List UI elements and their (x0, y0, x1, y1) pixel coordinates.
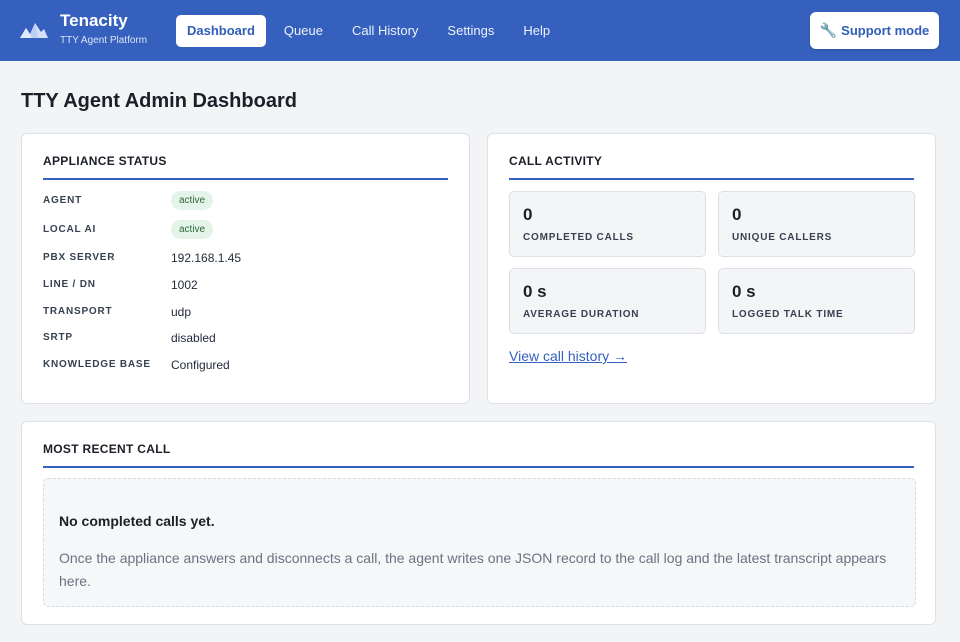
wrench-icon: 🔧 (819, 22, 838, 38)
nav-item-dashboard[interactable]: Dashboard (176, 15, 266, 47)
appliance-status-title: APPLIANCE STATUS (43, 154, 448, 180)
status-value: udp (171, 305, 192, 319)
stat-value: 0 (732, 205, 742, 224)
status-row-agent: AGENT active (43, 191, 443, 214)
status-label: LINE / DN (43, 279, 96, 290)
status-label: PBX SERVER (43, 252, 116, 263)
support-mode-label: Support mode (841, 23, 930, 38)
nav-item-help[interactable]: Help (512, 15, 561, 47)
brand-subtitle: TTY Agent Platform (60, 35, 148, 46)
page-title: TTY Agent Admin Dashboard (21, 90, 297, 112)
stat-value: 0 s (523, 282, 547, 301)
nav-item-queue[interactable]: Queue (273, 15, 334, 47)
stat-unique-callers: 0 UNIQUE CALLERS (718, 191, 915, 257)
top-navigation-bar: Tenacity TTY Agent Platform Dashboard Qu… (0, 0, 960, 61)
empty-state-text: Once the appliance answers and disconnec… (59, 550, 887, 589)
stat-label: UNIQUE CALLERS (732, 232, 833, 243)
status-row-knowledge-base: KNOWLEDGE BASE Configured (43, 358, 443, 378)
status-label: LOCAL AI (43, 224, 97, 235)
status-row-line-dn: LINE / DN 1002 (43, 278, 443, 298)
main-nav: Dashboard Queue Call History Settings He… (176, 15, 568, 47)
nav-item-call-history[interactable]: Call History (341, 15, 429, 47)
stat-logged-talk-time: 0 s LOGGED TALK TIME (718, 268, 915, 334)
stat-value: 0 (523, 205, 533, 224)
stat-label: COMPLETED CALLS (523, 232, 634, 243)
brand[interactable]: Tenacity TTY Agent Platform (20, 10, 147, 48)
status-label: AGENT (43, 195, 82, 206)
most-recent-call-card: MOST RECENT CALL No completed calls yet.… (21, 421, 936, 625)
status-label: SRTP (43, 332, 73, 343)
status-badge: active (171, 191, 214, 210)
stat-average-duration: 0 s AVERAGE DURATION (509, 268, 706, 334)
status-label: TRANSPORT (43, 306, 113, 317)
stat-label: AVERAGE DURATION (523, 309, 640, 320)
call-activity-title: CALL ACTIVITY (509, 154, 914, 180)
status-label: KNOWLEDGE BASE (43, 359, 151, 370)
stat-value: 0 s (732, 282, 756, 301)
appliance-status-card: APPLIANCE STATUS AGENT active LOCAL AI a… (21, 133, 470, 404)
status-value: 1002 (171, 278, 198, 292)
view-call-history-link[interactable]: View call history → (509, 348, 627, 364)
status-value: 192.168.1.45 (171, 251, 242, 265)
status-row-srtp: SRTP disabled (43, 331, 443, 351)
support-mode-button[interactable]: 🔧 Support mode (810, 12, 939, 49)
status-row-pbx-server: PBX SERVER 192.168.1.45 (43, 251, 443, 271)
status-value: disabled (171, 331, 216, 345)
status-row-local-ai: LOCAL AI active (43, 220, 443, 243)
stat-label: LOGGED TALK TIME (732, 309, 844, 320)
status-value: Configured (171, 358, 230, 372)
status-badge: active (171, 220, 214, 239)
brand-name: Tenacity (60, 11, 128, 30)
empty-state: No completed calls yet. Once the applian… (43, 478, 916, 607)
mountain-logo-icon (20, 23, 48, 38)
status-row-transport: TRANSPORT udp (43, 305, 443, 325)
call-activity-card: CALL ACTIVITY 0 COMPLETED CALLS 0 UNIQUE… (487, 133, 936, 404)
most-recent-call-title: MOST RECENT CALL (43, 442, 914, 468)
nav-item-settings[interactable]: Settings (436, 15, 505, 47)
stat-completed-calls: 0 COMPLETED CALLS (509, 191, 706, 257)
empty-state-title: No completed calls yet. (59, 513, 215, 529)
